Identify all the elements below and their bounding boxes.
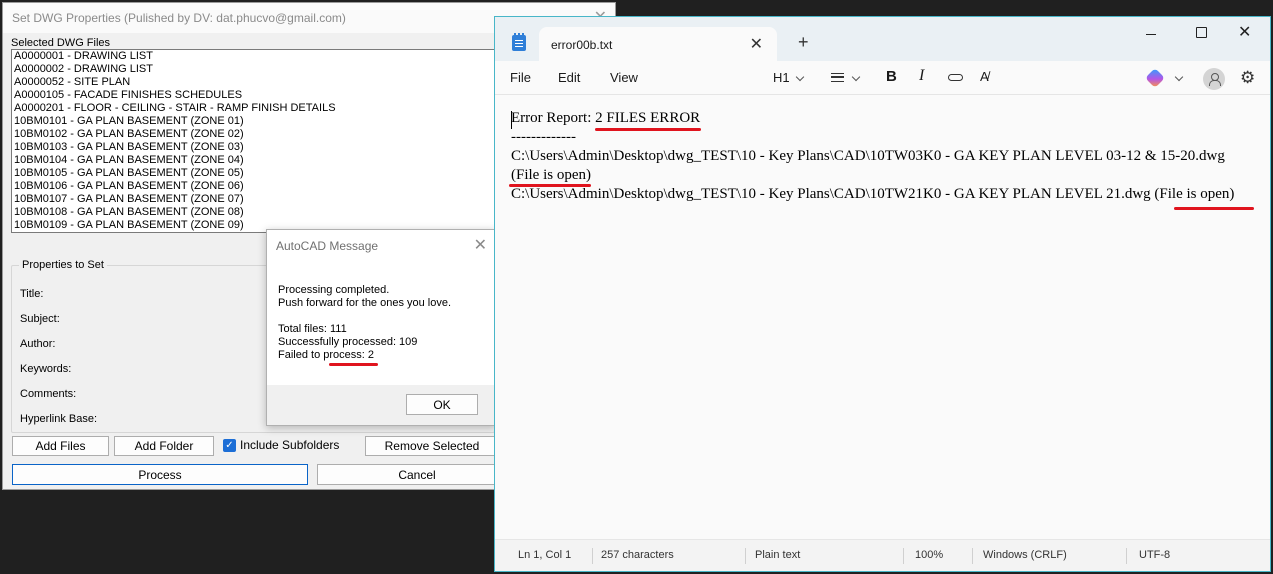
remove-selected-button[interactable]: Remove Selected xyxy=(365,436,499,456)
notepad-statusbar: Ln 1, Col 1 257 characters Plain text 10… xyxy=(495,539,1270,571)
acad-footer: OK xyxy=(267,385,495,425)
acad-success-count: Successfully processed: 109 xyxy=(278,336,418,348)
clear-formatting-icon[interactable]: A̸ xyxy=(980,69,989,84)
separator-line: ------------- xyxy=(511,129,576,145)
heading-dropdown[interactable]: H1 xyxy=(773,70,790,85)
list-icon[interactable] xyxy=(831,73,844,82)
list-item[interactable]: 10BM0106 - GA PLAN BASEMENT (ZONE 06) xyxy=(12,180,498,193)
acad-line-completed: Processing completed. xyxy=(278,284,390,296)
notepad-window: error00b.txt ✕ + ✕ File Edit View H1 B I… xyxy=(494,16,1271,572)
chevron-down-icon[interactable] xyxy=(851,72,861,82)
highlight-underline xyxy=(1174,207,1254,210)
tab-file[interactable]: error00b.txt ✕ xyxy=(539,27,777,61)
status-divider xyxy=(972,548,973,564)
add-folder-button[interactable]: Add Folder xyxy=(114,436,214,456)
minimize-icon[interactable] xyxy=(1145,29,1157,41)
error-report-heading: Error Report: 2 FILES ERROR xyxy=(511,110,701,126)
close-icon[interactable]: ✕ xyxy=(474,235,487,255)
notepad-editor[interactable]: Error Report: 2 FILES ERROR ------------… xyxy=(495,95,1270,541)
acad-dialog-title: AutoCAD Message xyxy=(276,239,379,253)
list-item[interactable]: A0000105 - FACADE FINISHES SCHEDULES xyxy=(12,89,498,102)
checkbox-checked-icon[interactable]: ✓ xyxy=(223,438,236,452)
acad-titlebar: AutoCAD Message ✕ xyxy=(267,230,495,260)
list-item[interactable]: 10BM0107 - GA PLAN BASEMENT (ZONE 07) xyxy=(12,193,498,206)
list-item[interactable]: A0000001 - DRAWING LIST xyxy=(12,50,498,63)
encoding[interactable]: UTF-8 xyxy=(1139,549,1170,561)
copilot-icon[interactable] xyxy=(1145,68,1165,88)
list-item[interactable]: A0000052 - SITE PLAN xyxy=(12,76,498,89)
list-item[interactable]: A0000002 - DRAWING LIST xyxy=(12,63,498,76)
include-subfolders-label: Include Subfolders xyxy=(240,438,340,452)
character-count: 257 characters xyxy=(601,549,674,561)
error-status-1: (File is open) xyxy=(511,167,591,183)
maximize-icon[interactable] xyxy=(1196,27,1207,38)
add-files-button[interactable]: Add Files xyxy=(12,436,109,456)
bold-icon[interactable]: B xyxy=(886,68,897,85)
list-item[interactable]: 10BM0102 - GA PLAN BASEMENT (ZONE 02) xyxy=(12,128,498,141)
menu-file[interactable]: File xyxy=(510,70,531,85)
ok-button[interactable]: OK xyxy=(406,394,478,415)
list-item[interactable]: A0000201 - FLOOR - CEILING - STAIR - RAM… xyxy=(12,102,498,115)
tab-file-label: error00b.txt xyxy=(551,38,613,52)
status-divider xyxy=(592,548,593,564)
acad-failed-count: Failed to process: 2 xyxy=(278,349,374,361)
highlight-underline xyxy=(595,128,701,131)
hyperlink-base-label: Hyperlink Base: xyxy=(20,413,98,425)
highlight-underline xyxy=(329,363,378,366)
selected-files-label: Selected DWG Files xyxy=(11,37,111,49)
error-path-1: C:\Users\Admin\Desktop\dwg_TEST\10 - Key… xyxy=(511,148,1225,164)
text-format: Plain text xyxy=(755,549,801,561)
include-subfolders-toggle[interactable]: ✓ Include Subfolders xyxy=(223,438,339,452)
process-button[interactable]: Process xyxy=(12,464,308,485)
italic-icon[interactable]: I xyxy=(919,67,924,85)
menu-edit[interactable]: Edit xyxy=(558,70,580,85)
notepad-app-icon xyxy=(512,33,526,51)
acad-line-motto: Push forward for the ones you love. xyxy=(278,297,452,309)
menu-view[interactable]: View xyxy=(610,70,638,85)
error-path-2: C:\Users\Admin\Desktop\dwg_TEST\10 - Key… xyxy=(511,186,1235,202)
list-item[interactable]: 10BM0105 - GA PLAN BASEMENT (ZONE 05) xyxy=(12,167,498,180)
new-tab-icon[interactable]: + xyxy=(798,33,809,51)
list-item[interactable]: 10BM0108 - GA PLAN BASEMENT (ZONE 08) xyxy=(12,206,498,219)
chevron-down-icon[interactable] xyxy=(795,72,805,82)
cursor-position: Ln 1, Col 1 xyxy=(518,549,572,561)
title-label: Title: xyxy=(20,288,44,300)
file-list[interactable]: A0000001 - DRAWING LIST A0000002 - DRAWI… xyxy=(11,49,499,233)
subject-label: Subject: xyxy=(20,313,60,325)
autocad-message-dialog: AutoCAD Message ✕ Processing completed. … xyxy=(266,229,496,426)
properties-legend: Properties to Set xyxy=(19,259,107,271)
notepad-titlebar: error00b.txt ✕ + ✕ xyxy=(495,17,1270,61)
settings-gear-icon[interactable]: ⚙ xyxy=(1240,68,1255,88)
link-icon[interactable] xyxy=(948,74,963,81)
list-item[interactable]: 10BM0103 - GA PLAN BASEMENT (ZONE 03) xyxy=(12,141,498,154)
comments-label: Comments: xyxy=(20,388,77,400)
zoom-level[interactable]: 100% xyxy=(915,549,943,561)
chevron-down-icon[interactable] xyxy=(1174,72,1184,82)
notepad-menubar: File Edit View H1 B I A̸ ⚙ xyxy=(495,61,1270,95)
line-ending[interactable]: Windows (CRLF) xyxy=(983,549,1067,561)
close-tab-icon[interactable]: ✕ xyxy=(750,34,763,54)
acad-total-files: Total files: 111 xyxy=(278,323,347,335)
account-icon[interactable] xyxy=(1203,68,1225,90)
close-window-icon[interactable]: ✕ xyxy=(1238,22,1251,42)
author-label: Author: xyxy=(20,338,56,350)
status-divider xyxy=(745,548,746,564)
list-item[interactable]: 10BM0101 - GA PLAN BASEMENT (ZONE 01) xyxy=(12,115,498,128)
dwg-window-title: Set DWG Properties (Pulished by DV: dat.… xyxy=(12,11,346,25)
list-item[interactable]: 10BM0104 - GA PLAN BASEMENT (ZONE 04) xyxy=(12,154,498,167)
status-divider xyxy=(1126,548,1127,564)
status-divider xyxy=(903,548,904,564)
keywords-label: Keywords: xyxy=(20,363,72,375)
cancel-button[interactable]: Cancel xyxy=(317,464,517,485)
